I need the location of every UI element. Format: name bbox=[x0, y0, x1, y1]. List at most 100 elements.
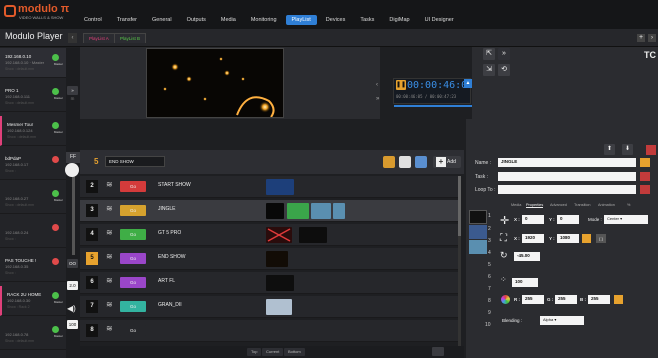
playlist-row[interactable]: 8 ≋ Go bbox=[80, 320, 458, 342]
playlist-row[interactable]: 7 ≋ Go GRAN_DII bbox=[80, 296, 458, 318]
server-item[interactable]: 192.168.0.10 192.168.0.10 · Master Show : … bbox=[0, 48, 66, 78]
playlist-row[interactable]: 5 ≋ Go END SHOW bbox=[80, 248, 458, 270]
playlist-row[interactable]: 6 ≋ Go ART FL bbox=[80, 272, 458, 294]
refresh-icon[interactable]: ⟲ bbox=[498, 64, 510, 76]
chevron-left-icon[interactable]: ‹ bbox=[376, 82, 378, 88]
arrow-up-icon[interactable]: ⬆ bbox=[604, 144, 615, 155]
chevron-left-icon[interactable]: ‹ bbox=[68, 33, 77, 43]
tab-playlist-a[interactable]: PlayList A bbox=[83, 33, 115, 43]
task-field[interactable] bbox=[498, 172, 636, 181]
server-item[interactable]: Mesmer Tour 192.168.0.124 Show : default.m… bbox=[0, 116, 66, 146]
tab-playlist-b[interactable]: PlayList B bbox=[114, 33, 147, 43]
color-picker-button[interactable] bbox=[640, 158, 650, 167]
delete-button[interactable] bbox=[646, 145, 656, 155]
playlist-row[interactable]: 4 ≋ Go GT 5 PRO bbox=[80, 224, 458, 246]
current-button[interactable]: Current bbox=[262, 348, 284, 356]
fade-icon[interactable]: ≋ bbox=[106, 180, 113, 189]
mode-select[interactable]: Center ▾ bbox=[604, 215, 648, 224]
rows-scrollbar-thumb[interactable] bbox=[458, 176, 461, 236]
media-thumbnail[interactable] bbox=[299, 227, 327, 243]
menu-item-tasks[interactable]: Tasks bbox=[354, 15, 380, 25]
pause-icon[interactable]: ❚❚ bbox=[396, 80, 406, 90]
document-icon[interactable] bbox=[399, 156, 411, 168]
loop-field[interactable] bbox=[498, 185, 636, 194]
volume-value[interactable]: 100 bbox=[67, 320, 78, 329]
name-field[interactable]: JINGLE bbox=[498, 158, 636, 167]
menu-item-devices[interactable]: Devices bbox=[320, 15, 352, 25]
volume-icon[interactable]: ◀) bbox=[67, 304, 76, 313]
server-item[interactable]: bdPdaP 192.168.0.17 Show : bbox=[0, 150, 66, 180]
clear-task-button[interactable] bbox=[640, 172, 650, 181]
page-icon[interactable] bbox=[432, 347, 444, 356]
menu-item-media[interactable]: Media bbox=[215, 15, 242, 25]
fade-icon[interactable]: ≋ bbox=[106, 324, 113, 333]
tab-media[interactable]: Media bbox=[511, 203, 521, 207]
media-thumbnail[interactable] bbox=[266, 179, 294, 195]
oo-button[interactable]: OO bbox=[67, 259, 78, 268]
fade-icon[interactable]: ≋ bbox=[106, 300, 113, 309]
menu-item-outputs[interactable]: Outputs bbox=[181, 15, 212, 25]
layer-thumb-3[interactable] bbox=[469, 240, 487, 254]
width-field[interactable]: 1920 bbox=[522, 234, 544, 243]
speed-slider-rail[interactable] bbox=[72, 165, 75, 255]
menu-item-general[interactable]: General bbox=[146, 15, 178, 25]
opacity-field[interactable]: 100 bbox=[512, 278, 538, 287]
clear-loop-button[interactable] bbox=[640, 185, 650, 194]
ff-button[interactable]: FF bbox=[66, 152, 80, 163]
media-thumbnail[interactable] bbox=[266, 203, 284, 219]
go-button[interactable]: Go bbox=[120, 325, 146, 336]
server-item[interactable]: 192.168.0.78 Show : default.mm Master bbox=[0, 320, 66, 350]
layer-thumb-1[interactable] bbox=[469, 210, 487, 224]
height-field[interactable]: 1080 bbox=[557, 234, 579, 243]
go-button[interactable]: Go bbox=[120, 301, 146, 312]
x-field[interactable]: 0 bbox=[522, 215, 544, 224]
menu-item-digimap[interactable]: DigiMap bbox=[383, 15, 415, 25]
blue-field[interactable]: 255 bbox=[588, 295, 610, 304]
green-field[interactable]: 255 bbox=[555, 295, 577, 304]
compress-icon[interactable]: ⇲ bbox=[483, 64, 495, 76]
layer-thumb-2[interactable] bbox=[469, 225, 487, 239]
bottom-button[interactable]: Bottom bbox=[284, 348, 305, 356]
lock-icon[interactable] bbox=[582, 234, 591, 243]
speed-value[interactable]: 2.0 bbox=[67, 281, 78, 290]
menu-item-transfer[interactable]: Transfer bbox=[111, 15, 143, 25]
blending-select[interactable]: Alpha ▾ bbox=[540, 316, 584, 325]
go-button[interactable]: Go bbox=[120, 205, 146, 216]
refresh-ctrl[interactable]: » bbox=[498, 48, 510, 60]
chevron-down-icon[interactable]: » bbox=[376, 96, 379, 102]
current-cue-name[interactable]: END SHOW bbox=[105, 156, 165, 167]
fade-icon[interactable]: ≋ bbox=[106, 252, 113, 261]
fit-icon[interactable]: [ ] bbox=[596, 234, 606, 243]
fade-icon[interactable]: ≋ bbox=[106, 276, 113, 285]
export-icon[interactable] bbox=[415, 156, 427, 168]
media-thumbnail[interactable] bbox=[266, 275, 294, 291]
go-button[interactable]: Go bbox=[120, 229, 146, 240]
go-button[interactable]: Go bbox=[120, 253, 146, 264]
speed-slider-knob[interactable] bbox=[65, 163, 79, 177]
lock-icon[interactable] bbox=[614, 295, 623, 304]
next-tab-button[interactable]: › bbox=[648, 34, 656, 42]
server-item[interactable]: 192.168.0.24 Show : bbox=[0, 218, 66, 248]
playlist-row[interactable]: 2 ≋ Go START SHOW bbox=[80, 176, 458, 198]
media-thumbnail[interactable] bbox=[333, 203, 345, 219]
y-field[interactable]: 0 bbox=[557, 215, 579, 224]
tab-animation[interactable]: Animation bbox=[598, 203, 615, 207]
menu-item-monitoring[interactable]: Monitoring bbox=[245, 15, 283, 25]
server-item[interactable]: PRO 1 192.168.0.111 Show : default.mm Maste… bbox=[0, 82, 66, 112]
top-button[interactable]: Top bbox=[247, 348, 262, 356]
media-thumbnail[interactable] bbox=[311, 203, 331, 219]
media-thumbnail[interactable] bbox=[266, 299, 292, 315]
add-tab-button[interactable]: + bbox=[637, 34, 645, 42]
menu-item-control[interactable]: Control bbox=[78, 15, 108, 25]
fade-icon[interactable]: ≋ bbox=[106, 228, 113, 237]
media-thumbnail[interactable] bbox=[287, 203, 309, 219]
go-button[interactable]: Go bbox=[120, 277, 146, 288]
tab-transition[interactable]: Transition bbox=[574, 203, 591, 207]
server-item[interactable]: PAS TOUCHE ! 192.168.0.35 Show : bbox=[0, 252, 66, 282]
tab-properties[interactable]: Properties bbox=[526, 203, 544, 208]
tab-percent[interactable]: % bbox=[627, 203, 630, 207]
server-item[interactable]: RACK 2U HOME 192.168.0.30 Show : Rack 2 Mas… bbox=[0, 286, 66, 316]
media-thumbnail[interactable] bbox=[266, 251, 288, 267]
plus-icon[interactable]: + bbox=[436, 157, 446, 167]
tc-label[interactable]: TC bbox=[644, 50, 656, 60]
